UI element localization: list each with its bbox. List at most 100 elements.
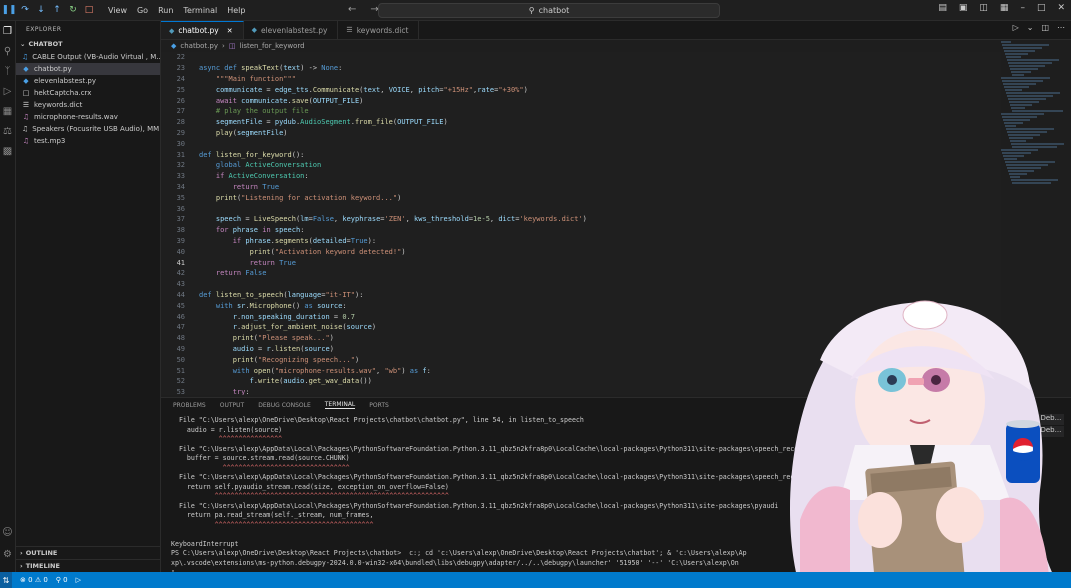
file-item[interactable]: □ hektCaptcha.crx — [16, 87, 160, 99]
tab-ports[interactable]: PORTS — [369, 402, 389, 409]
tab-problems[interactable]: PROBLEMS — [173, 402, 206, 409]
stop-icon[interactable]: □ — [84, 5, 94, 15]
tab-debug-console[interactable]: DEBUG CONSOLE — [258, 402, 311, 409]
tab-keywords-dict[interactable]: ☰ keywords.dict — [338, 21, 420, 39]
run-icon[interactable]: ▷ — [1013, 23, 1019, 32]
line-number: 29 — [176, 128, 185, 137]
debug-play-icon[interactable]: ▷ — [76, 576, 81, 584]
minimap-line — [1011, 179, 1058, 181]
menu-item[interactable]: Run — [158, 6, 173, 15]
code-line[interactable]: 38 for phrase in speech: — [161, 225, 1001, 236]
code-line[interactable]: 24 """Main function""" — [161, 74, 1001, 85]
audio-file-icon: ♫ — [22, 137, 30, 145]
source-control-icon[interactable]: ᛉ — [0, 61, 15, 81]
close-icon[interactable]: ✕ — [227, 27, 233, 35]
tab-chatbot-py[interactable]: ◆ chatbot.py ✕ — [161, 21, 244, 39]
code-line[interactable]: 36 — [161, 203, 1001, 214]
code-line[interactable]: 27 # play the output file — [161, 106, 1001, 117]
problems-indicator[interactable]: ⊗ 0 ⚠ 0 — [20, 576, 48, 584]
file-item[interactable]: ♫ Speakers (Focusrite USB Audio), MM... — [16, 123, 160, 135]
minimap-line — [1005, 89, 1022, 91]
restart-icon[interactable]: ↻ — [68, 5, 78, 15]
code-line[interactable]: 23 async def speakText(text) -> None: — [161, 63, 1001, 74]
tab-elevenlabstest-py[interactable]: ◆ elevenlabstest.py — [244, 21, 339, 39]
file-item[interactable]: ♫ CABLE Output (VB-Audio Virtual , M... — [16, 51, 160, 63]
file-item[interactable]: ☰ keywords.dict — [16, 99, 160, 111]
more-actions-icon[interactable]: ⋯ — [1057, 23, 1065, 32]
close-icon[interactable]: ✕ — [1057, 3, 1065, 13]
command-center-search[interactable]: ⚲ chatbot — [378, 3, 720, 18]
customize-layout-icon[interactable]: ▦ — [1000, 3, 1009, 13]
search-label: chatbot — [538, 6, 570, 15]
pepsi-can-overlay — [1006, 420, 1040, 483]
maximize-icon[interactable]: □ — [1037, 3, 1046, 13]
python-file-icon: ◆ — [23, 77, 29, 85]
code-line[interactable]: 25 communicate = edge_tts.Communicate(te… — [161, 84, 1001, 95]
remote-indicator-icon[interactable]: ⇅ — [0, 572, 12, 588]
warning-icon: ⚠ — [34, 576, 42, 584]
code-line[interactable]: 31 def listen_for_keyword(): — [161, 149, 1001, 160]
minimap-line — [1001, 77, 1050, 79]
code-line[interactable]: 34 return True — [161, 182, 1001, 193]
chevron-right-icon: › — [20, 562, 23, 570]
error-count: 0 — [28, 576, 33, 584]
back-arrow-icon[interactable]: ← — [348, 4, 356, 15]
file-item[interactable]: ◆ chatbot.py — [16, 63, 160, 75]
code-line[interactable]: 32 global ActiveConversation — [161, 160, 1001, 171]
minimize-icon[interactable]: – — [1020, 3, 1025, 13]
menu-item[interactable]: Terminal — [183, 6, 217, 15]
split-editor-icon[interactable]: ◫ — [1041, 23, 1049, 32]
menu-item[interactable]: Help — [227, 6, 245, 15]
line-text: segmentFile = pydub.AudioSegment.from_fi… — [215, 118, 448, 127]
step-out-icon[interactable]: ↑ — [52, 5, 62, 15]
line-number: 24 — [176, 74, 185, 83]
account-icon[interactable]: ☺ — [0, 522, 15, 542]
python-file-icon: ◆ — [251, 26, 257, 34]
minimap-line — [1012, 146, 1057, 148]
code-line[interactable]: 29 play(segmentFile) — [161, 128, 1001, 139]
settings-gear-icon[interactable]: ⚙ — [0, 544, 15, 564]
tab-output[interactable]: OUTPUT — [220, 402, 244, 409]
code-line[interactable]: 30 — [161, 138, 1001, 149]
code-line[interactable]: 26 await communicate.save(OUTPUT_FILE) — [161, 95, 1001, 106]
remote-explorer-icon[interactable]: ▩ — [0, 141, 15, 161]
file-item[interactable]: ♫ microphone-results.wav — [16, 111, 160, 123]
outline-section[interactable]: › OUTLINE — [16, 546, 164, 559]
code-line[interactable]: 22 — [161, 52, 1001, 63]
timeline-section[interactable]: › TIMELINE — [16, 559, 164, 572]
ports-indicator[interactable]: ⚲ 0 — [56, 576, 68, 584]
code-line[interactable]: 35 print("Listening for activation keywo… — [161, 192, 1001, 203]
tab-terminal[interactable]: TERMINAL — [324, 401, 356, 409]
line-number: 32 — [176, 161, 185, 170]
panel-toggle-icon[interactable]: ▣ — [959, 3, 968, 13]
step-over-icon[interactable]: ↷ — [20, 5, 30, 15]
tab-label: keywords.dict — [356, 25, 409, 35]
file-item[interactable]: ♫ test.mp3 — [16, 135, 160, 147]
testing-icon[interactable]: ⚖ — [0, 121, 15, 141]
menu-item[interactable]: Go — [137, 6, 148, 15]
sidebar-toggle-icon[interactable]: ◫ — [979, 3, 988, 13]
code-line[interactable]: 39 if phrase.segments(detailed=True): — [161, 236, 1001, 247]
minimap[interactable] — [1001, 40, 1064, 190]
line-text: with sr.Microphone() as source: — [215, 301, 347, 310]
file-item[interactable]: ◆ elevenlabstest.py — [16, 75, 160, 87]
code-line[interactable]: 28 segmentFile = pydub.AudioSegment.from… — [161, 117, 1001, 128]
folder-header[interactable]: ⌄ CHATBOT — [16, 37, 160, 51]
layout-icon[interactable]: ▤ — [938, 3, 947, 13]
breadcrumb-symbol[interactable]: listen_for_keyword — [239, 42, 304, 50]
pause-icon[interactable]: ❚❚ — [1, 5, 16, 15]
code-line[interactable]: 33 if ActiveConversation: — [161, 171, 1001, 182]
line-number: 23 — [176, 64, 185, 73]
step-into-icon[interactable]: ↓ — [36, 5, 46, 15]
run-debug-icon[interactable]: ▷ — [0, 81, 15, 101]
code-line[interactable]: 41 return True — [161, 257, 1001, 268]
extensions-icon[interactable]: ▦ — [0, 101, 15, 121]
minimap-line — [1006, 128, 1054, 130]
code-line[interactable]: 40 print("Activation keyword detected!") — [161, 246, 1001, 257]
explorer-icon[interactable]: ❐ — [0, 21, 15, 41]
search-icon[interactable]: ⚲ — [0, 41, 15, 61]
breadcrumb-file[interactable]: chatbot.py — [180, 42, 218, 50]
menu-item[interactable]: View — [108, 6, 127, 15]
code-line[interactable]: 37 speech = LiveSpeech(lm=False, keyphra… — [161, 214, 1001, 225]
chevron-down-icon[interactable]: ⌄ — [1027, 23, 1034, 32]
